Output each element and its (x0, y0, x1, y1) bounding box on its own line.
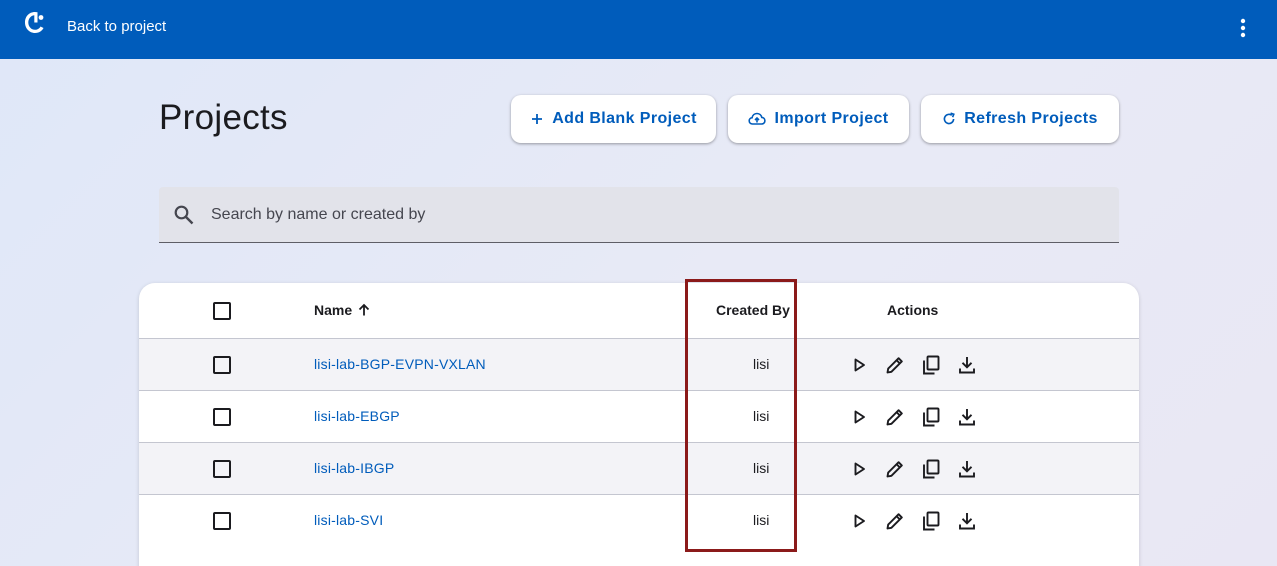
created-by-cell: lisi (753, 408, 770, 424)
row-checkbox[interactable] (213, 408, 231, 426)
row-checkbox[interactable] (213, 512, 231, 530)
refresh-projects-label: Refresh Projects (964, 110, 1098, 127)
search-field[interactable] (159, 187, 1119, 243)
download-icon[interactable] (955, 509, 979, 533)
table-row: lisi-lab-EBGP lisi (139, 391, 1139, 443)
copy-icon[interactable] (919, 405, 943, 429)
table-row: lisi-lab-SVI lisi (139, 495, 1139, 547)
refresh-projects-button[interactable]: Refresh Projects (921, 95, 1119, 143)
edit-icon[interactable] (883, 353, 907, 377)
copy-icon[interactable] (919, 457, 943, 481)
top-app-bar: Back to project (0, 0, 1277, 59)
plus-icon (532, 114, 543, 124)
select-all-checkbox[interactable] (213, 302, 231, 320)
project-name-link[interactable]: lisi-lab-IBGP (314, 460, 394, 476)
created-by-cell: lisi (753, 460, 770, 476)
created-by-cell: lisi (753, 512, 770, 528)
app-logo-icon[interactable] (22, 10, 48, 36)
copy-icon[interactable] (919, 353, 943, 377)
projects-table: Name Created By Actions lisi-lab-BGP-EVP… (139, 283, 1139, 566)
back-to-project-link[interactable]: Back to project (67, 18, 166, 35)
download-icon[interactable] (955, 457, 979, 481)
table-row: lisi-lab-BGP-EVPN-VXLAN lisi (139, 339, 1139, 391)
name-column-label: Name (314, 302, 353, 318)
refresh-icon (943, 112, 956, 125)
table-header-row: Name Created By Actions (139, 283, 1139, 339)
play-icon[interactable] (847, 353, 871, 377)
name-column-header[interactable]: Name (314, 302, 372, 318)
more-vert-icon[interactable] (1229, 14, 1257, 42)
edit-icon[interactable] (883, 457, 907, 481)
page-title: Projects (159, 98, 288, 137)
search-input[interactable] (211, 187, 1101, 242)
import-project-label: Import Project (774, 110, 889, 127)
row-checkbox[interactable] (213, 356, 231, 374)
cloud-upload-icon (748, 112, 767, 125)
table-row: lisi-lab-IBGP lisi (139, 443, 1139, 495)
add-blank-project-label: Add Blank Project (552, 110, 697, 127)
download-icon[interactable] (955, 353, 979, 377)
download-icon[interactable] (955, 405, 979, 429)
search-icon (172, 203, 196, 227)
project-name-link[interactable]: lisi-lab-BGP-EVPN-VXLAN (314, 356, 486, 372)
copy-icon[interactable] (919, 509, 943, 533)
add-blank-project-button[interactable]: Add Blank Project (511, 95, 716, 143)
sort-ascending-icon (359, 303, 370, 316)
created-by-cell: lisi (753, 356, 770, 372)
import-project-button[interactable]: Import Project (728, 95, 909, 143)
play-icon[interactable] (847, 509, 871, 533)
edit-icon[interactable] (883, 509, 907, 533)
project-name-link[interactable]: lisi-lab-SVI (314, 512, 383, 528)
created-by-column-header: Created By (716, 302, 790, 318)
play-icon[interactable] (847, 405, 871, 429)
project-name-link[interactable]: lisi-lab-EBGP (314, 408, 400, 424)
actions-column-header: Actions (887, 302, 939, 318)
play-icon[interactable] (847, 457, 871, 481)
edit-icon[interactable] (883, 405, 907, 429)
row-checkbox[interactable] (213, 460, 231, 478)
